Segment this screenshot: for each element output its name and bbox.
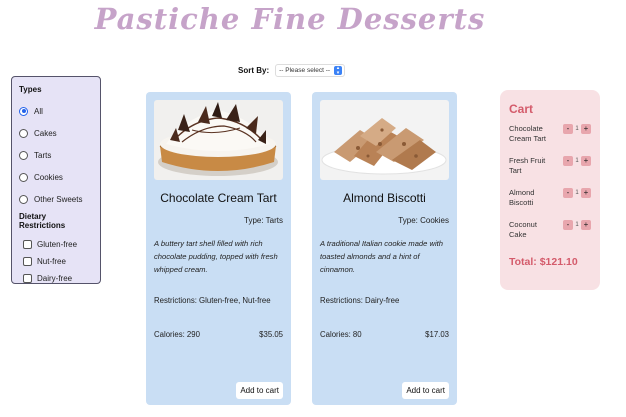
product-name: Chocolate Cream Tart (160, 191, 277, 205)
product-calories: Calories: 290 (154, 330, 200, 339)
cart-item: Fresh Fruit Tart - 1 + (509, 156, 591, 188)
sort-bar: Sort By: -- Please select -- ▴ ▾ (238, 64, 346, 77)
filter-panel: Types All Cakes Tarts Cookies Other Swee… (11, 76, 101, 284)
decrease-button[interactable]: - (563, 220, 573, 230)
radio-icon[interactable] (19, 172, 28, 182)
almond-biscotti-image (320, 100, 449, 180)
checkbox-icon[interactable] (23, 240, 32, 249)
sort-label: Sort By: (238, 66, 270, 75)
checkbox-icon[interactable] (23, 257, 32, 266)
type-option-label: All (34, 106, 43, 116)
dietary-option-label: Gluten-free (37, 240, 78, 249)
radio-selected-icon[interactable] (19, 106, 28, 116)
product-name: Almond Biscotti (343, 191, 426, 205)
dietary-heading: Dietary Restrictions (19, 212, 66, 230)
type-option-cookies[interactable]: Cookies (19, 166, 93, 188)
radio-icon[interactable] (19, 150, 28, 160)
cart-item-qty: 1 (575, 158, 579, 164)
product-restrictions: Restrictions: Gluten-free, Nut-free (154, 296, 271, 305)
quantity-stepper: - 1 + (563, 220, 591, 230)
types-heading: Types (19, 85, 42, 94)
product-restrictions: Restrictions: Dairy-free (320, 296, 400, 305)
dietary-option-label: Dairy-free (37, 274, 73, 283)
add-to-cart-button[interactable]: Add to cart (236, 382, 283, 399)
product-description: A buttery tart shell filled with rich ch… (154, 239, 278, 274)
quantity-stepper: - 1 + (563, 156, 591, 166)
cart-item-qty: 1 (575, 222, 579, 228)
cart-panel: Cart Chocolate Cream Tart - 1 + Fresh Fr… (500, 90, 600, 290)
product-price: $35.05 (259, 330, 283, 339)
dietary-option-label: Nut-free (37, 257, 66, 266)
type-option-label: Cakes (34, 128, 57, 138)
product-description: A traditional Italian cookie made with t… (320, 239, 443, 274)
sort-selected-value: -- Please select -- (279, 67, 331, 74)
type-option-label: Other Sweets (34, 194, 83, 204)
type-option-tarts[interactable]: Tarts (19, 144, 93, 166)
type-option-all[interactable]: All (19, 100, 93, 122)
product-type: Type: Tarts (244, 216, 283, 225)
checkbox-icon[interactable] (23, 274, 32, 283)
decrease-button[interactable]: - (563, 188, 573, 198)
product-card: Chocolate Cream Tart Type: Tarts A butte… (146, 92, 291, 405)
type-option-other-sweets[interactable]: Other Sweets (19, 188, 93, 210)
radio-icon[interactable] (19, 128, 28, 138)
dietary-option-nut-free[interactable]: Nut-free (19, 253, 93, 270)
increase-button[interactable]: + (581, 156, 591, 166)
dietary-option-dairy-free[interactable]: Dairy-free (19, 270, 93, 287)
product-price: $17.03 (425, 330, 449, 339)
increase-button[interactable]: + (581, 220, 591, 230)
cart-item: Chocolate Cream Tart - 1 + (509, 124, 591, 156)
sort-select[interactable]: -- Please select -- ▴ ▾ (275, 64, 346, 77)
cart-total: Total: $121.10 (509, 256, 578, 268)
decrease-button[interactable]: - (563, 124, 573, 134)
cart-title: Cart (509, 102, 534, 116)
cart-item: Coconut Cake - 1 + (509, 220, 591, 252)
site-title: Pastiche Fine Desserts (94, 2, 486, 36)
radio-icon[interactable] (19, 194, 28, 204)
cart-item-qty: 1 (575, 190, 579, 196)
dietary-option-gluten-free[interactable]: Gluten-free (19, 236, 93, 253)
product-meta: Calories: 290 $35.05 (154, 330, 283, 339)
cart-item-name: Fresh Fruit Tart (509, 156, 546, 175)
product-card: Almond Biscotti Type: Cookies A traditio… (312, 92, 457, 405)
chocolate-tart-image (154, 100, 283, 180)
product-type: Type: Cookies (398, 216, 449, 225)
type-option-cakes[interactable]: Cakes (19, 122, 93, 144)
increase-button[interactable]: + (581, 124, 591, 134)
product-meta: Calories: 80 $17.03 (320, 330, 449, 339)
type-option-label: Cookies (34, 172, 63, 182)
quantity-stepper: - 1 + (563, 124, 591, 134)
cart-item-name: Almond Biscotti (509, 188, 535, 207)
cart-item-name: Chocolate Cream Tart (509, 124, 546, 143)
add-to-cart-button[interactable]: Add to cart (402, 382, 449, 399)
product-calories: Calories: 80 (320, 330, 362, 339)
type-option-label: Tarts (34, 150, 52, 160)
decrease-button[interactable]: - (563, 156, 573, 166)
cart-item-qty: 1 (575, 126, 579, 132)
cart-item-name: Coconut Cake (509, 220, 537, 239)
increase-button[interactable]: + (581, 188, 591, 198)
quantity-stepper: - 1 + (563, 188, 591, 198)
cart-item: Almond Biscotti - 1 + (509, 188, 591, 220)
select-arrows-icon: ▴ ▾ (334, 66, 343, 75)
